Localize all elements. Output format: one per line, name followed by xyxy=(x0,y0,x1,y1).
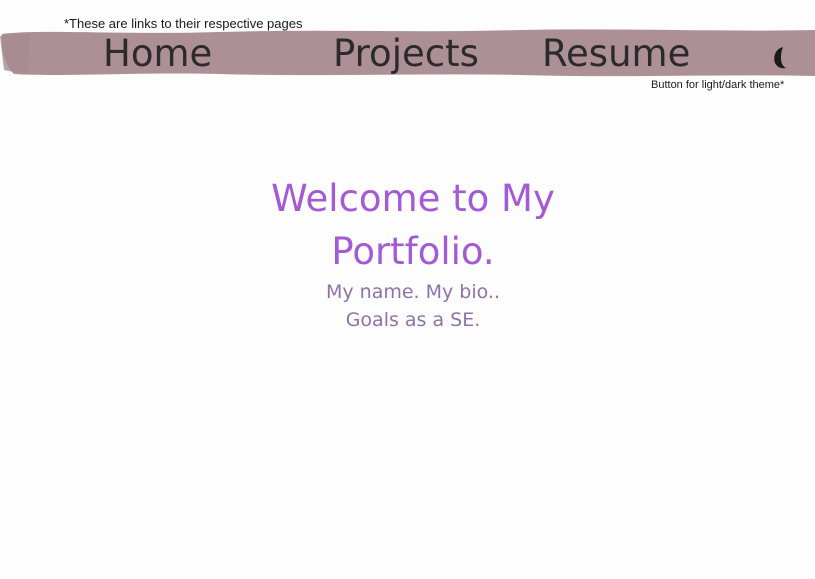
hero-title: Welcome to My Portfolio. xyxy=(0,172,815,278)
theme-annotation: Button for light/dark theme* xyxy=(651,79,785,91)
hero-title-line1: Welcome to My xyxy=(271,177,555,220)
hero-title-line2: Portfolio. xyxy=(331,230,495,273)
theme-toggle-button[interactable] xyxy=(770,46,790,70)
hero-section: Welcome to My Portfolio. My name. My bio… xyxy=(0,172,815,334)
moon-icon xyxy=(774,47,786,69)
nav-link-resume[interactable]: Resume xyxy=(542,32,690,76)
nav-link-projects[interactable]: Projects xyxy=(333,32,479,76)
hero-bio-line: My name. My bio.. xyxy=(325,281,501,303)
hero-goals-line: Goals as a SE. xyxy=(345,309,481,331)
hero-subtitle: My name. My bio.. Goals as a SE. xyxy=(0,278,815,334)
nav-link-home[interactable]: Home xyxy=(103,32,212,76)
